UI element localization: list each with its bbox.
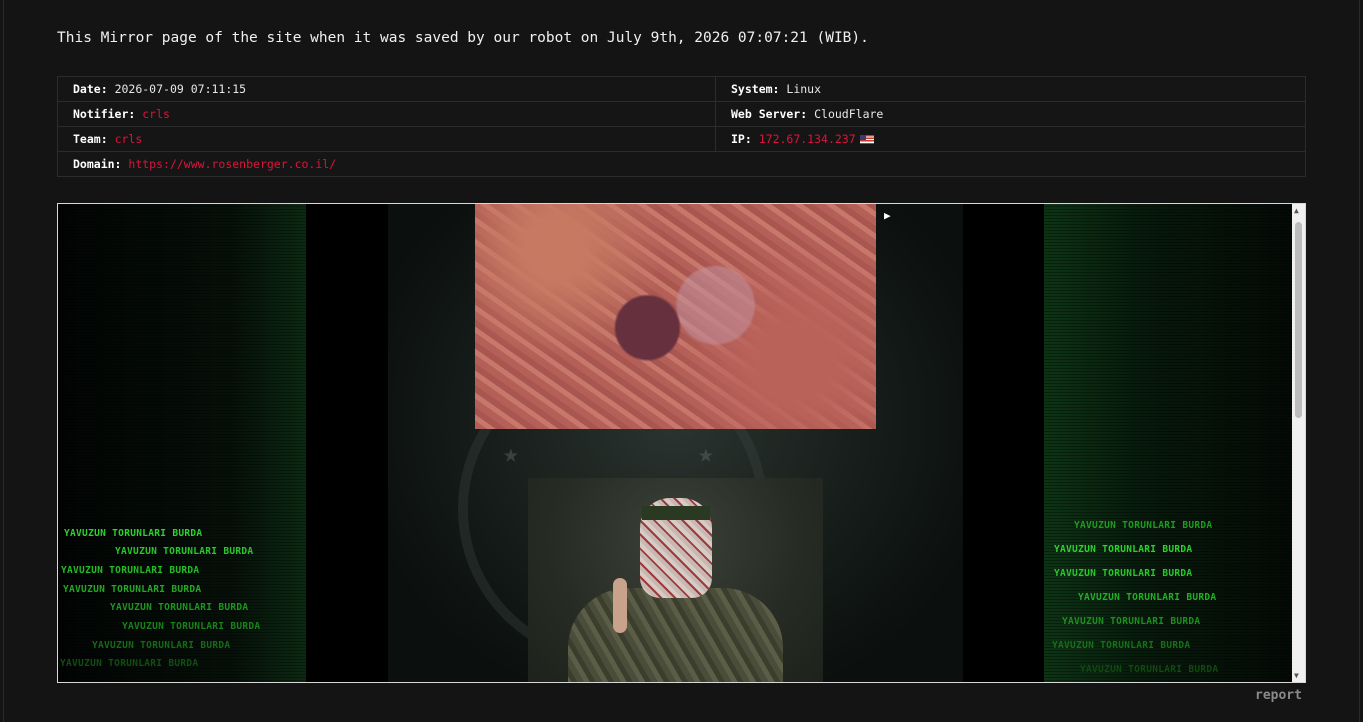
webserver-label: Web Server: [731, 107, 808, 121]
matrix-text: YAVUZUN TORUNLARI BURDA [1074, 520, 1213, 531]
mirror-iframe[interactable]: ★ ★ ▶ YAVUZUN TORUNLARI BURDA YAVUZUN TO… [57, 203, 1306, 683]
system-label: System: [731, 82, 780, 96]
matrix-text: YAVUZUN TORUNLARI BURDA [60, 658, 199, 669]
figure-image [568, 588, 783, 682]
notifier-link[interactable]: crls [142, 107, 170, 121]
mirror-intro-text: This Mirror page of the site when it was… [57, 30, 869, 46]
matrix-text: YAVUZUN TORUNLARI BURDA [110, 602, 249, 613]
matrix-text: YAVUZUN TORUNLARI BURDA [1052, 640, 1191, 651]
ip-link[interactable]: 172.67.134.237 [759, 132, 856, 146]
matrix-text: YAVUZUN TORUNLARI BURDA [1078, 592, 1217, 603]
matrix-text: YAVUZUN TORUNLARI BURDA [1054, 568, 1193, 579]
webserver-value: CloudFlare [814, 107, 884, 121]
domain-link[interactable]: https://www.rosenberger.co.il/ [128, 157, 336, 171]
team-link[interactable]: crls [115, 132, 143, 146]
system-value: Linux [786, 82, 822, 96]
date-cell: Date: 2026-07-09 07:11:15 [57, 76, 716, 102]
matrix-text: YAVUZUN TORUNLARI BURDA [115, 546, 254, 557]
team-cell: Team: crls [57, 126, 716, 152]
matrix-text: YAVUZUN TORUNLARI BURDA [1062, 616, 1201, 627]
play-icon[interactable]: ▶ [884, 209, 891, 222]
info-table: Date: 2026-07-09 07:11:15 System: Linux … [57, 76, 1306, 177]
matrix-text: YAVUZUN TORUNLARI BURDA [1080, 664, 1219, 675]
matrix-text: YAVUZUN TORUNLARI BURDA [63, 584, 202, 595]
matrix-text: YAVUZUN TORUNLARI BURDA [122, 621, 261, 632]
matrix-text: YAVUZUN TORUNLARI BURDA [92, 640, 231, 651]
star-icon: ★ [503, 439, 519, 469]
us-flag-icon [859, 135, 874, 144]
headband-image [642, 506, 710, 520]
report-link[interactable]: report [1255, 688, 1302, 703]
iframe-scrollbar[interactable]: ▲ ▼ [1292, 204, 1305, 682]
ip-cell: IP: 172.67.134.237 [715, 126, 1306, 152]
scroll-down-icon[interactable]: ▼ [1294, 671, 1299, 680]
matrix-text: YAVUZUN TORUNLARI BURDA [61, 565, 200, 576]
matrix-text: YAVUZUN TORUNLARI BURDA [64, 528, 203, 539]
webserver-cell: Web Server: CloudFlare [715, 101, 1306, 127]
video-player-top[interactable] [475, 204, 876, 429]
scrollbar-thumb[interactable] [1295, 222, 1302, 418]
star-icon: ★ [698, 439, 714, 469]
domain-cell: Domain: https://www.rosenberger.co.il/ [57, 151, 1306, 177]
notifier-label: Notifier: [73, 107, 136, 121]
scroll-up-icon[interactable]: ▲ [1294, 206, 1299, 215]
domain-label: Domain: [73, 157, 122, 171]
matrix-panel-right [1044, 204, 1292, 682]
notifier-cell: Notifier: crls [57, 101, 716, 127]
video-player-bottom[interactable] [528, 478, 823, 682]
date-label: Date: [73, 82, 108, 96]
raised-finger-image [613, 578, 627, 633]
ip-label: IP: [731, 132, 752, 146]
team-label: Team: [73, 132, 108, 146]
system-cell: System: Linux [715, 76, 1306, 102]
date-value: 2026-07-09 07:11:15 [114, 82, 247, 96]
matrix-text: YAVUZUN TORUNLARI BURDA [1054, 544, 1193, 555]
